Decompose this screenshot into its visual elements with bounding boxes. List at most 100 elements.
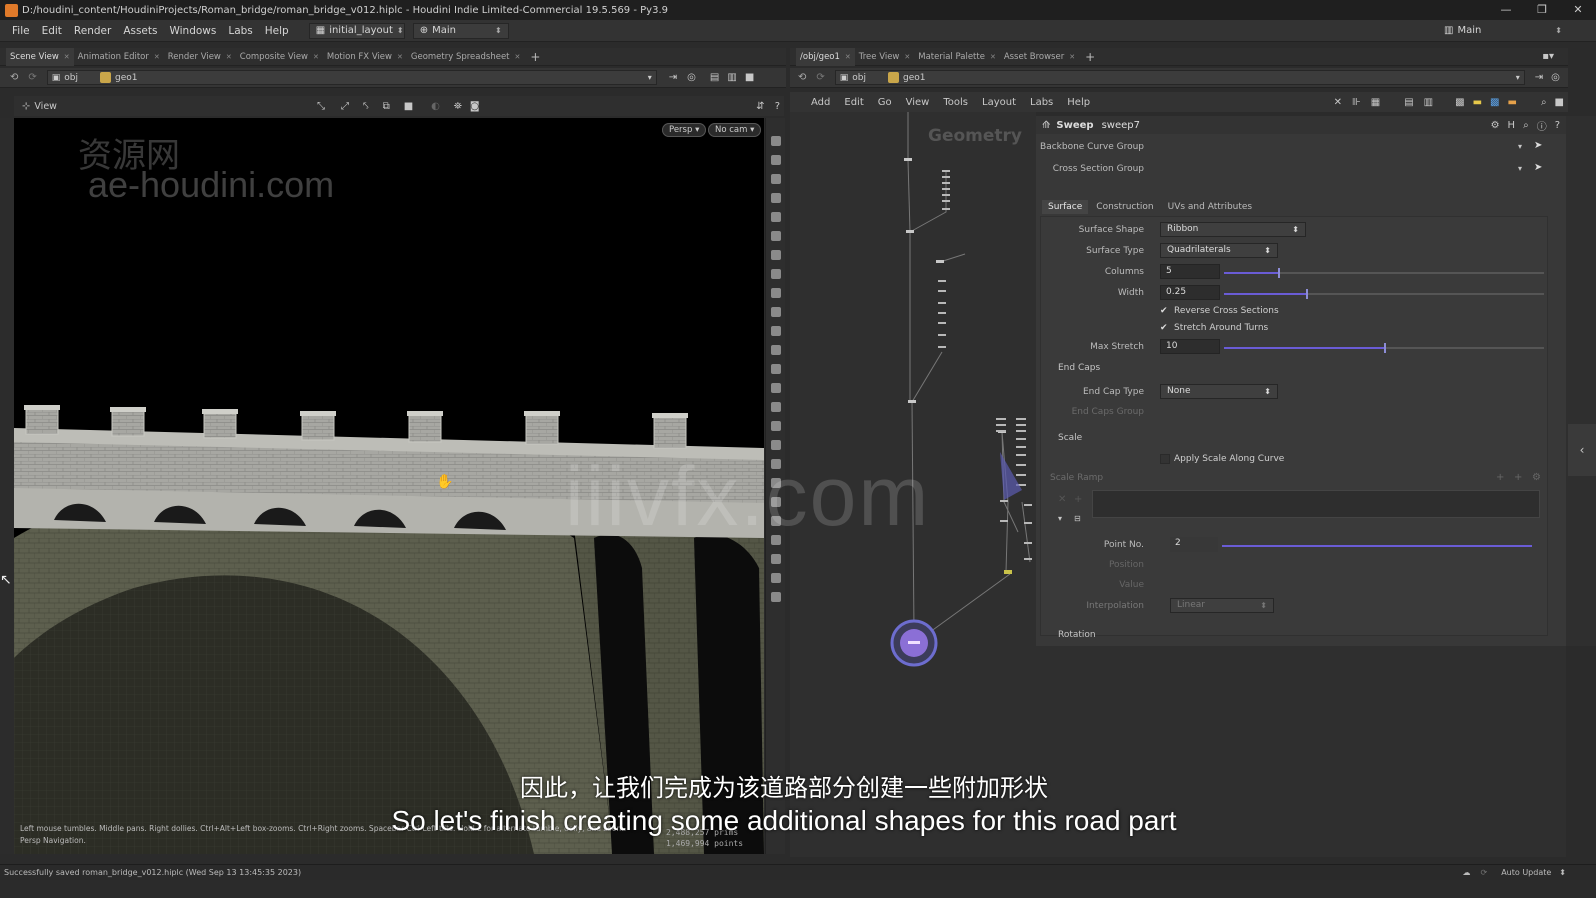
menu-render[interactable]: Render xyxy=(68,25,117,37)
rotate-tool-icon[interactable]: ⤣ xyxy=(363,101,369,112)
camera-button[interactable]: No cam ▾ xyxy=(708,123,762,137)
columns-field[interactable]: 5 xyxy=(1160,264,1220,279)
close-icon[interactable]: ✕ xyxy=(1069,48,1075,66)
select-arrow-icon[interactable]: ➤ xyxy=(1534,140,1542,151)
cross-section-group-field[interactable] xyxy=(1160,162,1526,177)
add-icon[interactable]: + xyxy=(1074,494,1082,505)
forward-arrow-icon[interactable]: ⟳ xyxy=(28,72,36,83)
auto-update-select[interactable]: Auto Update xyxy=(1501,868,1551,877)
display-icon[interactable] xyxy=(770,592,781,602)
tab-tree-view[interactable]: Tree View ✕ xyxy=(855,48,914,66)
menu-windows[interactable]: Windows xyxy=(163,25,222,37)
interpolation-select[interactable]: Linear ⬍ xyxy=(1170,598,1274,613)
reverse-cross-sections-checkbox[interactable]: ✔ Reverse Cross Sections xyxy=(1160,306,1279,316)
camera-icon[interactable]: ◙ xyxy=(470,101,480,112)
network-menu-layout[interactable]: Layout xyxy=(975,97,1023,108)
view-menu[interactable]: View xyxy=(34,101,57,112)
back-arrow-icon[interactable]: ⟲ xyxy=(10,72,18,83)
menu-edit[interactable]: Edit xyxy=(36,25,68,37)
display-icon[interactable] xyxy=(770,307,781,317)
dropdown-icon[interactable]: ▾ xyxy=(648,73,652,82)
note-icon[interactable]: ▬ xyxy=(1473,97,1482,108)
help-icon[interactable]: ? xyxy=(775,101,780,112)
add-icon[interactable]: + xyxy=(1514,472,1522,483)
scale-section[interactable]: Scale xyxy=(1058,433,1082,443)
maximize-pane-icon[interactable]: ■ xyxy=(1555,97,1564,108)
display-icon[interactable] xyxy=(770,383,781,393)
width-field[interactable]: 0.25 xyxy=(1160,285,1220,300)
tree-icon[interactable]: ⊪ xyxy=(1352,97,1361,108)
display-icon[interactable] xyxy=(770,288,781,298)
link-icon[interactable]: ◎ xyxy=(1551,72,1560,83)
close-icon[interactable]: ✕ xyxy=(64,48,70,66)
folder-icon[interactable]: ▬ xyxy=(1507,97,1516,108)
desktop-select[interactable]: ⊕ Main ⬍ xyxy=(412,22,509,39)
maximize-pane-icon[interactable]: ■ xyxy=(745,72,754,83)
h-icon[interactable]: H xyxy=(1508,120,1516,131)
lock-icon[interactable] xyxy=(770,174,781,184)
network-status-icon[interactable]: ☁ xyxy=(1463,868,1471,877)
tab-composite-view[interactable]: Composite View ✕ xyxy=(236,48,323,66)
apply-scale-checkbox[interactable]: Apply Scale Along Curve xyxy=(1160,454,1284,464)
gear-icon[interactable]: ⚙ xyxy=(1532,472,1541,483)
display-icon[interactable] xyxy=(770,402,781,412)
display-icon[interactable] xyxy=(770,573,781,583)
color-palette-icon[interactable]: ▩ xyxy=(1455,97,1464,108)
columns-slider[interactable] xyxy=(1224,268,1544,278)
menu-assets[interactable]: Assets xyxy=(117,25,163,37)
end-cap-type-select[interactable]: None ⬍ xyxy=(1160,384,1278,399)
split-icon[interactable]: ▥ xyxy=(727,72,736,83)
network-menu-edit[interactable]: Edit xyxy=(837,97,870,108)
grid-icon[interactable]: ▦ xyxy=(1371,97,1380,108)
close-icon[interactable]: ✕ xyxy=(845,48,851,66)
persp-button[interactable]: Persp ▾ xyxy=(662,123,707,137)
wrench-icon[interactable]: ✕ xyxy=(1334,97,1342,108)
desktop-select-right[interactable]: ▥ Main ⬍ xyxy=(1438,22,1568,39)
close-icon[interactable]: ✕ xyxy=(904,48,910,66)
width-slider[interactable] xyxy=(1224,289,1544,299)
surface-shape-select[interactable]: Ribbon ⬍ xyxy=(1160,222,1306,237)
pin-icon[interactable]: ⇥ xyxy=(669,72,677,83)
network-menu-help[interactable]: Help xyxy=(1060,97,1097,108)
display-icon[interactable] xyxy=(770,136,781,146)
path-field[interactable]: ▣ obj geo1 ▾ xyxy=(46,70,657,85)
search-icon[interactable]: ⌕ xyxy=(1523,120,1529,131)
list-icon[interactable]: ▤ xyxy=(1404,97,1413,108)
display-icon[interactable] xyxy=(770,345,781,355)
forward-arrow-icon[interactable]: ⟳ xyxy=(816,72,824,83)
gear-icon[interactable]: ⚙ xyxy=(1491,120,1500,131)
dropdown-icon[interactable]: ▾ xyxy=(1516,73,1520,82)
menu-file[interactable]: File xyxy=(6,25,36,37)
tab-material-palette[interactable]: Material Palette ✕ xyxy=(914,48,1000,66)
record-icon[interactable]: ◐ xyxy=(431,101,440,112)
close-icon[interactable]: ✕ xyxy=(397,48,403,66)
network-menu-add[interactable]: Add xyxy=(804,97,837,108)
display-icon[interactable] xyxy=(770,212,781,222)
display-icon[interactable] xyxy=(770,421,781,431)
minimize-button[interactable]: — xyxy=(1488,0,1524,20)
menu-labs[interactable]: Labs xyxy=(222,25,258,37)
close-icon[interactable]: ✕ xyxy=(1058,494,1066,505)
help-icon[interactable]: ? xyxy=(1555,120,1560,131)
display-icon[interactable] xyxy=(770,554,781,564)
scale-ramp-graph[interactable] xyxy=(1092,490,1540,518)
display-icon[interactable] xyxy=(770,193,781,203)
tab-animation-editor[interactable]: Animation Editor ✕ xyxy=(74,48,164,66)
add-tab-icon[interactable]: + xyxy=(1079,50,1101,64)
display-icon[interactable] xyxy=(770,250,781,260)
display-options-icon[interactable]: ⇵ xyxy=(756,101,764,112)
network-menu-tools[interactable]: Tools xyxy=(936,97,975,108)
back-arrow-icon[interactable]: ⟲ xyxy=(798,72,806,83)
tab-network[interactable]: /obj/geo1 ✕ xyxy=(796,47,855,66)
rotation-section[interactable]: Rotation xyxy=(1058,630,1096,640)
tab-geometry-spreadsheet[interactable]: Geometry Spreadsheet ✕ xyxy=(407,48,525,66)
close-button[interactable]: ✕ xyxy=(1560,0,1596,20)
menu-help[interactable]: Help xyxy=(259,25,295,37)
view-menu-icon[interactable]: ⊹ xyxy=(22,101,30,112)
max-stretch-field[interactable]: 10 xyxy=(1160,339,1220,354)
tab-uvs-attributes[interactable]: UVs and Attributes xyxy=(1162,200,1259,214)
surface-type-select[interactable]: Quadrilaterals ⬍ xyxy=(1160,243,1278,258)
network-menu-labs[interactable]: Labs xyxy=(1023,97,1060,108)
close-icon[interactable]: ✕ xyxy=(154,48,160,66)
link-icon[interactable]: ⊟ xyxy=(1074,514,1081,523)
